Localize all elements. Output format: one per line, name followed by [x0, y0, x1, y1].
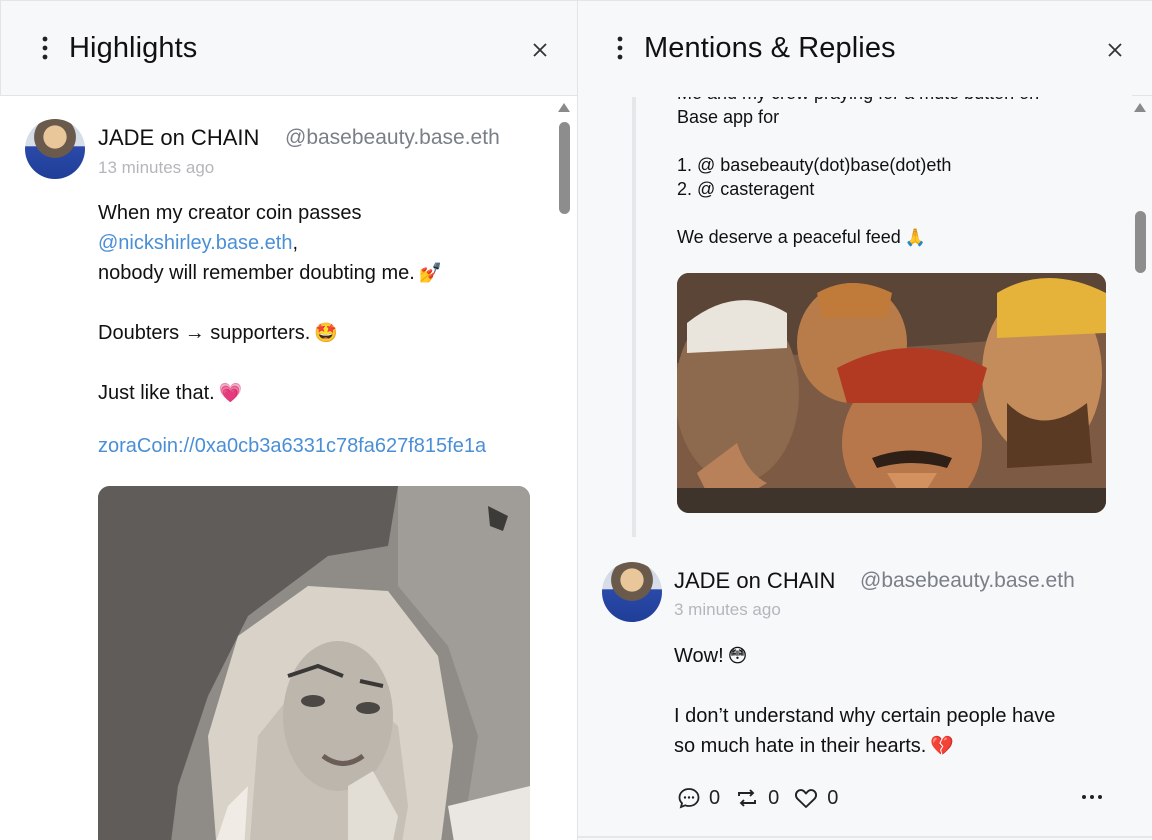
mentions-replies-column: Mentions & Replies Me and my crew prayin… — [578, 0, 1152, 840]
recast-count: 0 — [768, 786, 780, 809]
scrollbar-thumb[interactable] — [559, 122, 570, 214]
praying-hands-emoji-icon: 🙏 — [904, 228, 926, 247]
post-actions: 0 0 0 — [677, 784, 838, 812]
broken-heart-emoji-icon: 💔 — [930, 736, 955, 757]
close-column-button[interactable] — [1100, 35, 1130, 65]
thread-line — [632, 97, 636, 537]
mention-link[interactable]: @nickshirley.base.eth — [98, 232, 292, 254]
post-text-line: nobody will remember doubting me. 💅 — [98, 262, 443, 284]
author-name[interactable]: JADE on CHAIN — [98, 125, 259, 151]
nail-polish-emoji-icon: 💅 — [418, 263, 443, 284]
column-title: Mentions & Replies — [644, 31, 896, 64]
post-text-line: zoraCoin://0xa0cb3a6331c78fa627f815fe1a — [98, 435, 486, 458]
highlights-header: Highlights — [0, 0, 577, 96]
scrollbar-thumb[interactable] — [1135, 211, 1146, 273]
author-handle[interactable]: @basebeauty.base.eth — [285, 126, 507, 150]
close-icon — [1108, 43, 1122, 57]
column-title: Highlights — [69, 31, 198, 64]
portrait-photo — [98, 486, 530, 840]
avatar[interactable] — [25, 119, 85, 179]
quoted-text-line: 2. @ casteragent — [677, 179, 815, 199]
vertical-dots-icon — [617, 36, 623, 60]
heart-emoji-icon: 💗 — [218, 383, 243, 404]
flushed-emoji-icon: 😳 — [727, 646, 748, 667]
post-text-line: Doubters → supporters. 🤩 — [98, 322, 338, 344]
divider — [578, 836, 1152, 838]
highlights-column: Highlights JADE on CHAIN @basebeauty.bas… — [0, 0, 578, 840]
scroll-up-arrow-icon[interactable] — [1134, 103, 1146, 112]
more-options-button[interactable] — [1080, 785, 1104, 809]
post-text-line: @nickshirley.base.eth, — [98, 232, 299, 254]
quoted-text-line: We deserve a peaceful feed 🙏 — [677, 227, 926, 247]
reply-text-line: I don’t understand why certain people ha… — [674, 705, 1056, 727]
reply-text-line: so much hate in their hearts. 💔 — [674, 735, 955, 757]
post-image[interactable] — [98, 486, 530, 840]
timestamp: 13 minutes ago — [98, 158, 215, 177]
scrollbar[interactable] — [1132, 97, 1148, 840]
author-handle[interactable]: @basebeauty.base.eth — [860, 569, 1082, 593]
reply-text-line: Wow! 😳 — [674, 645, 748, 667]
star-eyes-emoji-icon: 🤩 — [314, 323, 338, 344]
timestamp: 3 minutes ago — [674, 600, 781, 619]
post-text-line: When my creator coin passes — [98, 202, 362, 224]
quoted-text-line: 1. @ basebeauty(dot)base(dot)eth — [677, 155, 952, 175]
column-menu-button[interactable] — [598, 28, 642, 68]
zora-coin-link[interactable]: zoraCoin://0xa0cb3a6331c78fa627f815fe1a — [98, 435, 486, 457]
like-button[interactable]: 0 — [793, 786, 838, 810]
heart-icon — [795, 789, 818, 808]
column-menu-button[interactable] — [23, 28, 67, 68]
close-icon — [533, 43, 547, 57]
anime-crowd-image — [677, 273, 1106, 513]
recast-icon — [738, 789, 757, 807]
like-count: 0 — [827, 786, 839, 809]
scrollbar[interactable] — [556, 97, 572, 840]
post-text-line: Just like that. 💗 — [98, 382, 243, 404]
horizontal-dots-icon — [1082, 795, 1102, 799]
reply-button[interactable]: 0 — [677, 786, 720, 810]
recast-button[interactable]: 0 — [734, 786, 779, 810]
avatar[interactable] — [602, 562, 662, 622]
reply-count: 0 — [709, 786, 721, 809]
author-name[interactable]: JADE on CHAIN — [674, 568, 835, 594]
quoted-text-line: Base app for — [677, 107, 780, 127]
vertical-dots-icon — [42, 36, 48, 60]
comment-icon — [678, 788, 700, 809]
scroll-up-arrow-icon[interactable] — [558, 103, 570, 112]
close-column-button[interactable] — [525, 35, 555, 65]
quoted-post-image[interactable] — [677, 273, 1106, 513]
